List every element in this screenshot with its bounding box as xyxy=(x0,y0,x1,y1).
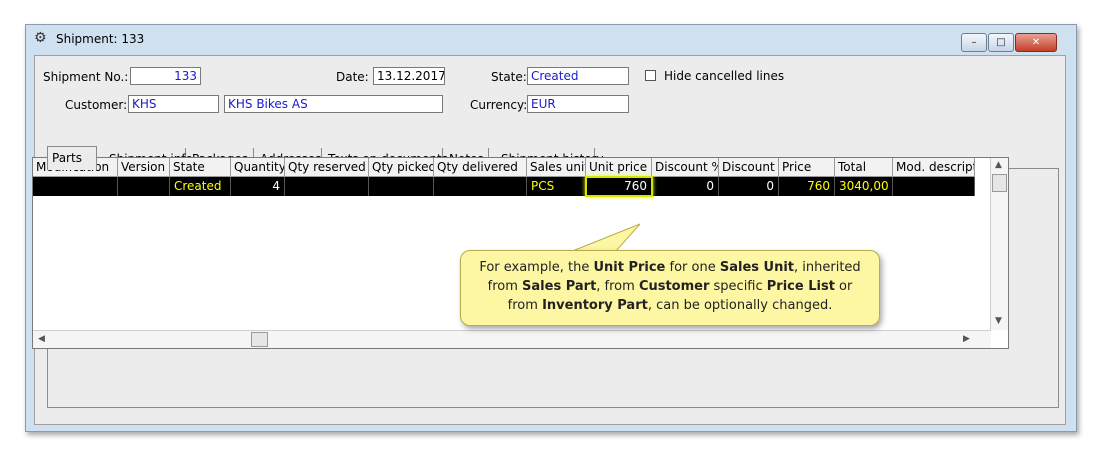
cell-qty-delivered[interactable] xyxy=(434,177,527,196)
cell-discount-percent[interactable]: 0 xyxy=(652,177,719,196)
cell-qty-reserved[interactable] xyxy=(285,177,369,196)
scroll-down-icon[interactable]: ▼ xyxy=(995,316,1002,326)
cell-discount[interactable]: 0 xyxy=(719,177,779,196)
callout-text-segment: , can be optionally changed. xyxy=(647,298,833,313)
maximize-button[interactable]: □ xyxy=(988,33,1014,52)
date-label: Date: xyxy=(336,70,369,84)
customer-code-field[interactable]: KHS xyxy=(128,95,219,113)
col-header-qty-reserved[interactable]: Qty reserved xyxy=(285,158,369,177)
customer-name-field[interactable]: KHS Bikes AS xyxy=(224,95,443,113)
callout-bold-term: Price List xyxy=(766,279,835,294)
callout-bold-term: Inventory Part xyxy=(542,298,648,313)
callout-text-segment: for one xyxy=(665,260,720,275)
col-header-unit-price[interactable]: Unit price xyxy=(586,158,652,177)
col-header-sales-unit[interactable]: Sales unit xyxy=(527,158,586,177)
cell-modification[interactable] xyxy=(33,177,118,196)
callout-bold-term: Sales Part xyxy=(522,279,597,294)
currency-label: Currency: xyxy=(470,98,528,112)
customer-label: Customer: xyxy=(65,98,128,112)
hide-cancelled-label: Hide cancelled lines xyxy=(664,69,785,83)
cell-quantity[interactable]: 4 xyxy=(231,177,285,196)
shipment-no-field[interactable]: 133 xyxy=(130,67,201,85)
window-title: Shipment: 133 xyxy=(56,32,145,46)
callout-text-segment: For example, the xyxy=(479,260,594,275)
cell-state[interactable]: Created xyxy=(170,177,231,196)
scroll-right-icon[interactable]: ▶ xyxy=(963,334,970,344)
col-header-version[interactable]: Version xyxy=(118,158,170,177)
state-label: State: xyxy=(491,70,527,84)
cell-total[interactable]: 3040,00 xyxy=(835,177,893,196)
unit-price-highlight xyxy=(585,176,653,197)
callout-text-segment: specific xyxy=(709,279,767,294)
horizontal-scrollbar[interactable]: ◀ ▶ xyxy=(33,330,991,348)
callout-bold-term: Unit Price xyxy=(593,260,666,275)
cell-sales-unit[interactable]: PCS xyxy=(527,177,586,196)
app-gear-icon: ⚙ xyxy=(34,30,47,46)
col-header-discount[interactable]: Discount xyxy=(719,158,779,177)
horizontal-scroll-thumb[interactable] xyxy=(251,332,268,347)
tooltip-callout: For example, the Unit Price for one Sale… xyxy=(460,250,880,326)
col-header-mod-description[interactable]: Mod. descriptio xyxy=(893,158,975,177)
callout-text: For example, the Unit Price for one Sale… xyxy=(479,260,860,313)
callout-bold-term: Customer xyxy=(638,279,710,294)
col-header-qty-delivered[interactable]: Qty delivered xyxy=(434,158,527,177)
date-field[interactable]: 13.12.2017 xyxy=(373,67,445,85)
title-bar[interactable]: ⚙ Shipment: 133 – □ ✕ xyxy=(26,25,1076,53)
callout-text-segment: , from xyxy=(596,279,639,294)
shipment-no-label: Shipment No.: xyxy=(43,70,129,84)
cell-qty-picked[interactable] xyxy=(369,177,434,196)
col-header-total[interactable]: Total xyxy=(835,158,893,177)
callout-bold-term: Sales Unit xyxy=(719,260,795,275)
cell-version[interactable] xyxy=(118,177,170,196)
scroll-left-icon[interactable]: ◀ xyxy=(38,334,45,344)
cell-mod-description[interactable] xyxy=(893,177,975,196)
cell-price[interactable]: 760 xyxy=(779,177,835,196)
close-button[interactable]: ✕ xyxy=(1015,33,1057,52)
col-header-qty-picked[interactable]: Qty picked xyxy=(369,158,434,177)
minimize-button[interactable]: – xyxy=(961,33,987,52)
col-header-discount-percent[interactable]: Discount % xyxy=(652,158,719,177)
col-header-quantity[interactable]: Quantity xyxy=(231,158,285,177)
col-header-state[interactable]: State xyxy=(170,158,231,177)
scroll-up-icon[interactable]: ▲ xyxy=(995,160,1002,170)
tab-parts[interactable]: Parts xyxy=(47,146,97,170)
col-header-price[interactable]: Price xyxy=(779,158,835,177)
state-field[interactable]: Created xyxy=(527,67,629,85)
currency-field[interactable]: EUR xyxy=(527,95,629,113)
vertical-scrollbar[interactable]: ▲ ▼ xyxy=(990,158,1008,330)
vertical-scroll-thumb[interactable] xyxy=(992,174,1007,192)
hide-cancelled-checkbox[interactable] xyxy=(645,70,656,81)
